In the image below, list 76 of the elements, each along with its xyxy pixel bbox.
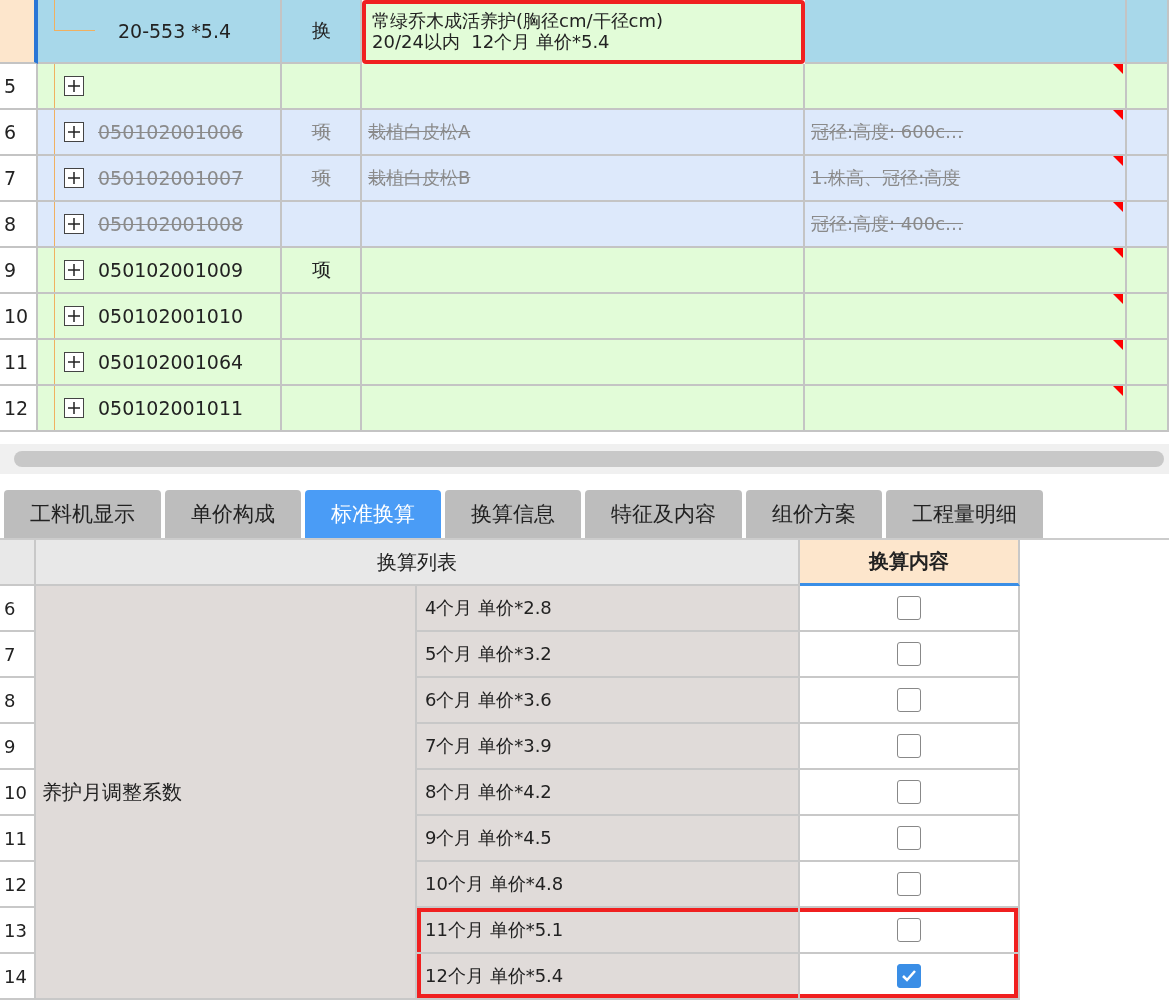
row-number: 13 bbox=[0, 908, 36, 954]
expand-icon[interactable] bbox=[64, 214, 84, 234]
checkbox[interactable] bbox=[897, 918, 921, 942]
row-number-text: 9 bbox=[4, 259, 17, 281]
table-cell bbox=[1127, 202, 1169, 248]
code-cell: 20-553 *5.4 bbox=[38, 0, 282, 64]
expand-icon[interactable] bbox=[64, 168, 84, 188]
checkbox[interactable] bbox=[897, 688, 921, 712]
row-number: 7 bbox=[0, 632, 36, 678]
description-cell: 冠径:高度: 600c… bbox=[805, 110, 1127, 156]
expand-icon[interactable] bbox=[64, 306, 84, 326]
option-cell: 7个月 单价*3.9 bbox=[417, 724, 800, 770]
expand-icon[interactable] bbox=[64, 398, 84, 418]
column-header: 换算内容 bbox=[800, 540, 1020, 586]
row-number: 14 bbox=[0, 954, 36, 1000]
table-cell bbox=[1127, 156, 1169, 202]
tab[interactable]: 单价构成 bbox=[165, 490, 301, 538]
table-cell bbox=[1127, 110, 1169, 156]
checkbox[interactable] bbox=[897, 780, 921, 804]
option-cell: 9个月 单价*4.5 bbox=[417, 816, 800, 862]
unit-cell: 项 bbox=[282, 156, 362, 202]
checkbox[interactable] bbox=[897, 872, 921, 896]
table-cell bbox=[1127, 0, 1169, 64]
expand-icon[interactable] bbox=[64, 352, 84, 372]
row-number-text: 8 bbox=[4, 213, 17, 235]
column-header: 换算列表 bbox=[36, 540, 800, 586]
row-number: 9 bbox=[0, 724, 36, 770]
expand-icon[interactable] bbox=[64, 76, 84, 96]
unit-cell: 换 bbox=[282, 0, 362, 64]
code-cell: 050102001009 bbox=[38, 248, 282, 294]
option-cell: 12个月 单价*5.4 bbox=[417, 954, 800, 1000]
checkbox[interactable] bbox=[897, 964, 921, 988]
row-number-text: 7 bbox=[4, 167, 17, 189]
tab[interactable]: 工料机显示 bbox=[4, 490, 161, 538]
checkbox[interactable] bbox=[897, 734, 921, 758]
option-cell: 5个月 单价*3.2 bbox=[417, 632, 800, 678]
tab[interactable]: 工程量明细 bbox=[886, 490, 1043, 538]
row-number: 10 bbox=[0, 770, 36, 816]
scrollbar-thumb[interactable] bbox=[14, 451, 1164, 467]
expand-icon[interactable] bbox=[64, 122, 84, 142]
row-number: 12 bbox=[0, 862, 36, 908]
group-cell: 养护月调整系数 bbox=[36, 586, 417, 1000]
name-cell: 常绿乔木成活养护(胸径cm/干径cm) 20/24以内 12个月 单价*5.4 bbox=[362, 0, 805, 64]
option-cell: 6个月 单价*3.6 bbox=[417, 678, 800, 724]
tab[interactable]: 换算信息 bbox=[445, 490, 581, 538]
checkbox[interactable] bbox=[897, 596, 921, 620]
option-cell: 10个月 单价*4.8 bbox=[417, 862, 800, 908]
code-cell: 050102001007 bbox=[38, 156, 282, 202]
row-number-text: 5 bbox=[4, 75, 17, 97]
code-cell: 050102001011 bbox=[38, 386, 282, 432]
code-cell: 050102001006 bbox=[38, 110, 282, 156]
option-cell: 4个月 单价*2.8 bbox=[417, 586, 800, 632]
row-number-text: 10 bbox=[4, 305, 29, 327]
description-cell: 1.株高、冠径:高度 bbox=[805, 156, 1127, 202]
unit-cell: 项 bbox=[282, 248, 362, 294]
tab[interactable]: 特征及内容 bbox=[585, 490, 742, 538]
row-number-text: 11 bbox=[4, 351, 29, 373]
option-cell: 11个月 单价*5.1 bbox=[417, 908, 800, 954]
expand-icon[interactable] bbox=[64, 260, 84, 280]
checkmark-icon bbox=[901, 968, 917, 984]
horizontal-scrollbar[interactable] bbox=[0, 444, 1169, 474]
description-cell: 冠径:高度: 400c… bbox=[805, 202, 1127, 248]
unit-cell: 项 bbox=[282, 110, 362, 156]
code-cell: 050102001064 bbox=[38, 340, 282, 386]
name-cell: 栽植白皮松B bbox=[362, 156, 805, 202]
code-cell: 050102001010 bbox=[38, 294, 282, 340]
code-cell: 050102001008 bbox=[38, 202, 282, 248]
tab[interactable]: 组价方案 bbox=[746, 490, 882, 538]
checkbox[interactable] bbox=[897, 642, 921, 666]
row-number: 8 bbox=[0, 678, 36, 724]
row-number-text: 6 bbox=[4, 121, 17, 143]
name-cell: 栽植白皮松A bbox=[362, 110, 805, 156]
checkbox[interactable] bbox=[897, 826, 921, 850]
option-cell: 8个月 单价*4.2 bbox=[417, 770, 800, 816]
row-number: 11 bbox=[0, 816, 36, 862]
row-number-text: 12 bbox=[4, 397, 29, 419]
